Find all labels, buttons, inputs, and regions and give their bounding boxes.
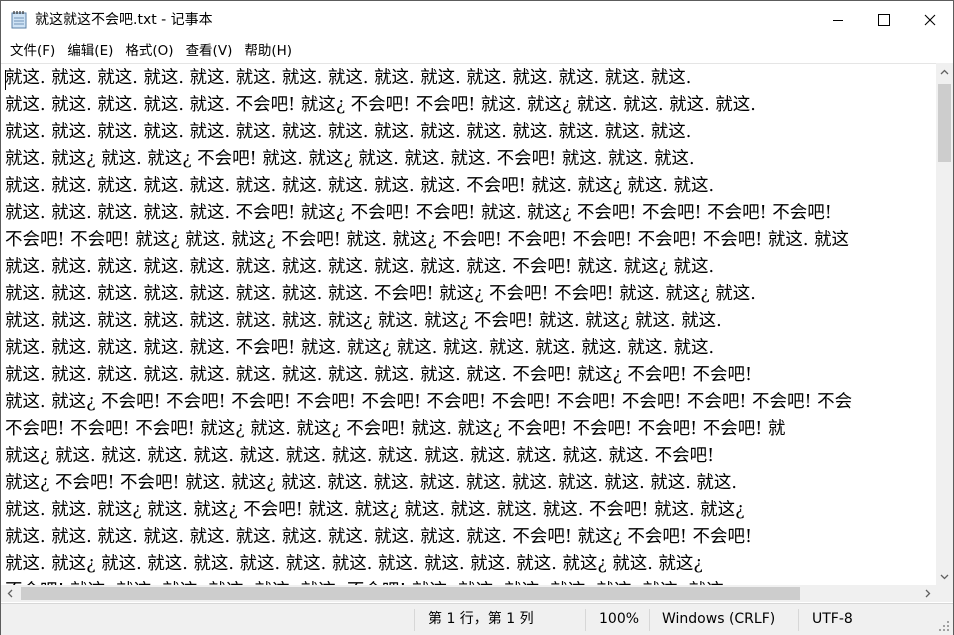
text-line: 就这. 就这. 就这. 就这. 就这. 不会吧! 就这¿ 不会吧! 不会吧! 就… xyxy=(5,203,832,223)
text-line: 就这¿ 就这. 就这. 就这. 就这. 就这. 就这. 就这. 就这. 就这. … xyxy=(5,446,715,466)
line-ending: Windows (CRLF) xyxy=(662,611,776,627)
vertical-scrollbar[interactable] xyxy=(936,63,953,585)
text-line: 就这. 就这. 就这. 就这. 就这. 就这. 就这. 就这. 就这. 就这. … xyxy=(5,365,753,385)
text-line: 就这. 就这. 就这. 就这. 就这. 就这. 就这. 就这. 不会吧! 就这¿… xyxy=(5,284,756,304)
resize-grip-icon[interactable] xyxy=(938,620,950,632)
text-line: 就这. 就这¿ 不会吧! 不会吧! 不会吧! 不会吧! 不会吧! 不会吧! 不会… xyxy=(5,392,853,412)
text-line: 就这. 就这. 就这. 就这. 就这. 就这. 就这. 就这. 就这. 就这. … xyxy=(5,527,753,547)
text-line: 就这. 就这. 就这. 就这. 就这. 就这. 就这. 就这. 就这. 就这. … xyxy=(5,68,692,88)
maximize-icon xyxy=(878,13,890,26)
scroll-left-button[interactable] xyxy=(1,585,18,602)
minimize-button[interactable] xyxy=(815,1,861,38)
menu-format[interactable]: 格式(O) xyxy=(119,40,179,62)
text-line: 就这. 就这. 就这¿ 就这. 就这¿ 不会吧! 就这. 就这¿ 就这. 就这.… xyxy=(5,500,745,520)
encoding: UTF-8 xyxy=(812,611,853,627)
zoom-level: 100% xyxy=(599,611,640,627)
chevron-right-icon xyxy=(925,589,930,598)
scrollbar-corner xyxy=(936,585,953,602)
text-line: 就这. 就这. 就这. 就这. 就这. 就这. 就这. 就这. 就这. 就这. … xyxy=(5,122,692,142)
menu-help[interactable]: 帮助(H) xyxy=(238,40,298,62)
text-line: 就这. 就这. 就这. 就这. 就这. 不会吧! 就这. 就这¿ 就这. 就这.… xyxy=(5,338,715,358)
chevron-down-icon xyxy=(940,574,949,579)
minimize-icon xyxy=(833,19,843,21)
vertical-scroll-thumb[interactable] xyxy=(938,84,951,162)
chevron-left-icon xyxy=(7,589,12,598)
cursor-position: 第 1 行，第 1 列 xyxy=(428,611,534,627)
close-button[interactable] xyxy=(907,1,953,38)
text-line: 就这. 就这. 就这. 就这. 就这. 就这. 就这. 就这¿ 就这. 就这¿ … xyxy=(5,311,722,331)
status-divider xyxy=(414,609,415,631)
text-line: 就这. 就这. 就这. 就这. 就这. 就这. 就这. 就这. 就这. 就这. … xyxy=(5,257,715,277)
menu-view[interactable]: 查看(V) xyxy=(180,40,239,62)
text-line: 不会吧! 不会吧! 就这¿ 就这. 就这¿ 不会吧! 就这. 就这¿ 不会吧! … xyxy=(5,230,849,250)
text-line: 不会吧! 不会吧! 不会吧! 就这¿ 就这. 就这¿ 不会吧! 就这. 就这¿ … xyxy=(5,419,786,439)
text-line: 就这. 就这. 就这. 就这. 就这. 就这. 就这. 就这. 就这. 就这. … xyxy=(5,176,715,196)
text-line: 就这. 就这. 就这. 就这. 就这. 不会吧! 就这¿ 不会吧! 不会吧! 就… xyxy=(5,95,756,115)
menu-bar: 文件(F) 编辑(E) 格式(O) 查看(V) 帮助(H) xyxy=(1,39,953,63)
notepad-window: 就这就这不会吧.txt - 记事本 文件(F) 编辑(E) 格式(O) 查看(V… xyxy=(0,0,954,635)
scroll-down-button[interactable] xyxy=(936,568,953,585)
close-icon xyxy=(924,14,936,25)
chevron-up-icon xyxy=(940,69,949,74)
text-editor-area[interactable]: 就这. 就这. 就这. 就这. 就这. 就这. 就这. 就这. 就这. 就这. … xyxy=(1,63,936,586)
text-line: 就这¿ 不会吧! 不会吧! 就这. 就这¿ 就这. 就这. 就这. 就这. 就这… xyxy=(5,473,737,493)
scroll-up-button[interactable] xyxy=(936,63,953,80)
menu-edit[interactable]: 编辑(E) xyxy=(61,40,119,62)
status-divider xyxy=(585,609,586,631)
text-line: 就这. 就这¿ 就这. 就这¿ 不会吧! 就这. 就这¿ 就这. 就这. 就这.… xyxy=(5,149,695,169)
status-bar: 第 1 行，第 1 列 100% Windows (CRLF) UTF-8 xyxy=(1,603,953,635)
text-line: 就这. 就这¿ 就这. 就这. 就这. 就这. 就这. 就这. 就这. 就这. … xyxy=(5,554,703,574)
horizontal-scroll-thumb[interactable] xyxy=(21,587,800,600)
notepad-app-icon xyxy=(11,11,27,29)
horizontal-scrollbar[interactable] xyxy=(1,585,936,602)
status-divider xyxy=(798,609,799,631)
maximize-button[interactable] xyxy=(861,1,907,38)
status-divider xyxy=(649,609,650,631)
title-bar[interactable]: 就这就这不会吧.txt - 记事本 xyxy=(1,1,953,38)
menu-file[interactable]: 文件(F) xyxy=(4,40,61,62)
window-title: 就这就这不会吧.txt - 记事本 xyxy=(35,12,213,28)
scroll-right-button[interactable] xyxy=(919,585,936,602)
